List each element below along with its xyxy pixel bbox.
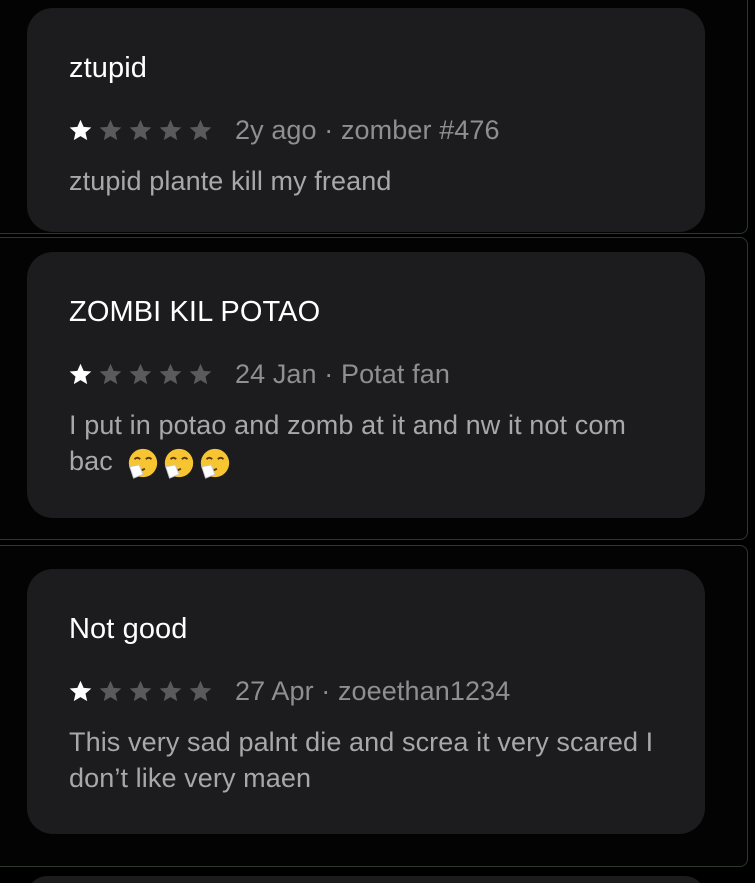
review-card[interactable]: Not good 27 Apr · zoeethan1234 This very… <box>27 569 705 834</box>
star-empty-icon <box>129 680 152 702</box>
star-empty-icon <box>189 680 212 702</box>
review-meta-row: 24 Jan · Potat fan <box>67 357 450 391</box>
review-body: ztupid plante kill my freand <box>69 166 392 196</box>
star-rating <box>67 117 217 143</box>
star-rating <box>67 361 217 387</box>
review-meta-row: 2y ago · zomber #476 <box>67 113 500 147</box>
review-card[interactable]: ztupid 2y ago · zomber #476 ztupid plant… <box>27 8 705 232</box>
emoji-group <box>126 446 234 480</box>
star-empty-icon <box>189 363 212 385</box>
review-body: This very sad palnt die and screa it ver… <box>69 727 654 793</box>
review-body-wrapper: I put in potao and zomb at it and nw it … <box>69 407 659 480</box>
sneezing-face-icon <box>201 448 230 479</box>
star-filled-icon <box>69 680 92 702</box>
review-meta: 2y ago · zomber #476 <box>235 114 500 145</box>
review-title: Not good <box>69 613 188 645</box>
star-empty-icon <box>159 680 182 702</box>
review-card[interactable]: ZOMBI KIL POTAO 24 Jan · Potat fan I put… <box>27 252 705 518</box>
star-empty-icon <box>99 363 122 385</box>
star-empty-icon <box>129 119 152 141</box>
star-filled-icon <box>69 363 92 385</box>
star-empty-icon <box>159 119 182 141</box>
star-empty-icon <box>189 119 212 141</box>
review-meta: 27 Apr · zoeethan1234 <box>235 675 511 706</box>
reviews-page: ztupid 2y ago · zomber #476 ztupid plant… <box>0 0 755 883</box>
star-empty-icon <box>129 363 152 385</box>
star-empty-icon <box>99 680 122 702</box>
sneezing-face-icon <box>129 448 158 479</box>
review-card-partial <box>27 876 705 883</box>
review-title: ztupid <box>69 52 147 84</box>
star-empty-icon <box>99 119 122 141</box>
review-title: ZOMBI KIL POTAO <box>69 296 321 328</box>
review-meta: 24 Jan · Potat fan <box>235 358 450 389</box>
star-empty-icon <box>159 363 182 385</box>
star-rating <box>67 678 217 704</box>
star-filled-icon <box>69 119 92 141</box>
review-meta-row: 27 Apr · zoeethan1234 <box>67 674 510 708</box>
sneezing-face-icon <box>165 448 194 479</box>
